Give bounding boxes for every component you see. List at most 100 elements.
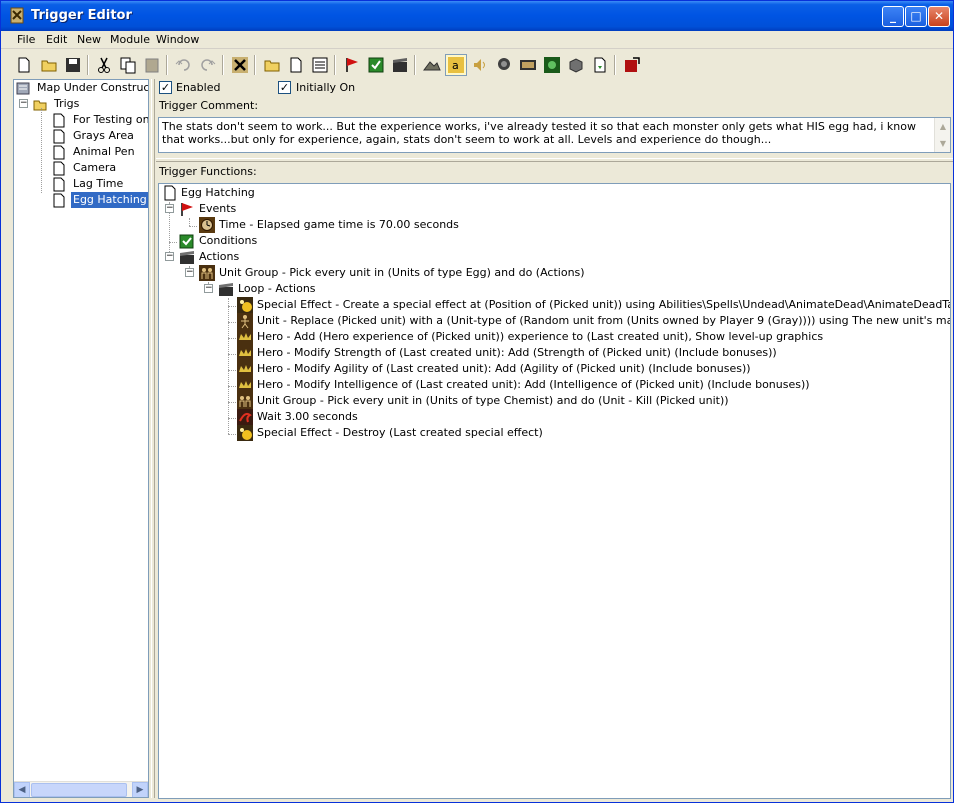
trigger-functions-tree[interactable]: Egg Hatching − Events Time - Elapsed gam… [158,183,951,799]
loop-action-label: Special Effect - Create a special effect… [257,298,951,311]
scroll-thumb[interactable] [31,783,127,797]
trigger-name-label: Egg Hatching [181,186,255,199]
tree-trigger-label: Lag Time [73,177,124,190]
actions-collapse[interactable]: − [165,252,174,261]
hero-icon [237,377,253,393]
trigger-icon [164,185,176,201]
loop-action-label: Hero - Add (Hero experience of (Picked u… [257,330,824,343]
trigger-detail-pane: ✓ Enabled ✓ Initially On Trigger Comment… [156,79,953,801]
hero-icon [237,361,253,377]
enabled-checkbox[interactable]: ✓ [159,81,172,94]
trigger-editor-icon[interactable]: a [445,54,467,76]
ai-editor-icon[interactable] [541,54,563,76]
special-effect-icon [237,297,253,313]
trigger-icon [53,193,65,208]
scroll-left-arrow-icon[interactable]: ◀ [14,782,30,797]
save-icon[interactable] [62,54,84,76]
copy-icon[interactable] [117,54,139,76]
menu-file[interactable]: File [17,33,35,46]
trigger-icon [53,113,65,128]
event-label: Time - Elapsed game time is 70.00 second… [219,218,459,231]
tree-trigger-label: For Testing only [73,113,149,126]
scroll-up-arrow-icon[interactable]: ▲ [935,118,950,135]
redo-icon[interactable] [197,54,219,76]
loop-actions-label: Loop - Actions [238,282,316,295]
loop-action-label: Hero - Modify Intelligence of (Last crea… [257,378,810,391]
comment-vertical-scrollbar[interactable]: ▲ ▼ [934,118,950,152]
conditions-label: Conditions [199,234,258,247]
menu-edit[interactable]: Edit [46,33,67,46]
unit-group-icon [237,393,253,409]
wait-icon [237,409,253,425]
loop-action-label: Unit - Replace (Picked unit) with a (Uni… [257,314,950,327]
initially-on-checkbox[interactable]: ✓ [278,81,291,94]
open-icon[interactable] [38,54,60,76]
paste-icon[interactable] [141,54,163,76]
events-label: Events [199,202,237,215]
new-comment-icon[interactable] [309,54,331,76]
object-manager-icon[interactable] [565,54,587,76]
cut-icon[interactable] [93,54,115,76]
loop-action-label: Unit Group - Pick every unit in (Units o… [257,394,729,407]
menu-module[interactable]: Module [110,33,150,46]
menu-bar: File Edit New Module Window [1,31,953,49]
trigger-icon [53,177,65,192]
unit-group-icon [199,265,215,281]
menu-window[interactable]: Window [156,33,199,46]
object-editor-icon[interactable] [493,54,515,76]
maximize-button[interactable]: □ [905,6,927,27]
new-category-icon[interactable] [261,54,283,76]
loop-action-label: Hero - Modify Agility of (Last created u… [257,362,751,375]
tree-root-label: Map Under Construction [37,81,149,94]
events-collapse[interactable]: − [165,204,174,213]
trigger-editor-window: Trigger Editor _ □ ✕ File Edit New Modul… [0,0,954,803]
tree-collapse-trigs[interactable]: − [19,99,28,108]
clapper-icon [180,251,194,264]
title-bar[interactable]: Trigger Editor _ □ ✕ [1,1,953,31]
clock-icon [199,217,215,233]
terrain-editor-icon[interactable] [421,54,443,76]
event-flag-icon [181,203,193,216]
new-event-icon[interactable] [341,54,363,76]
trigger-comment-field[interactable]: The stats don't seem to work... But the … [158,117,951,153]
tree-trigger-label: Camera [73,161,117,174]
unit-group-collapse[interactable]: − [185,268,194,277]
loop-action-label: Hero - Modify Strength of (Last created … [257,346,777,359]
new-action-icon[interactable] [389,54,411,76]
scroll-right-arrow-icon[interactable]: ▶ [132,782,148,797]
undo-icon[interactable] [172,54,194,76]
condition-icon [179,234,194,249]
svg-text:a: a [452,59,459,72]
tree-category-label: Trigs [54,97,80,110]
minimize-button[interactable]: _ [882,6,904,27]
tree-horizontal-scrollbar[interactable]: ◀ ▶ [14,781,148,797]
new-trigger-icon[interactable] [285,54,307,76]
import-manager-icon[interactable] [589,54,611,76]
menu-new[interactable]: New [77,33,101,46]
map-icon [16,82,30,95]
enabled-label: Enabled [176,81,221,94]
loop-action-label: Special Effect - Destroy (Last created s… [257,426,543,439]
loop-collapse[interactable]: − [204,284,213,293]
trigger-icon [53,145,65,160]
campaign-editor-icon[interactable] [517,54,539,76]
pane-splitter[interactable] [151,79,155,798]
trigger-list-tree[interactable]: Map Under Construction − Trigs For Testi… [13,79,149,798]
delete-icon[interactable] [229,54,251,76]
trigger-icon [53,161,65,176]
new-icon[interactable] [13,54,35,76]
new-condition-icon[interactable] [365,54,387,76]
comment-splitter[interactable] [156,158,953,162]
close-button[interactable]: ✕ [928,6,950,27]
trigger-comment-text: The stats don't seem to work... But the … [162,120,916,146]
trigger-functions-label: Trigger Functions: [159,165,257,178]
test-map-icon[interactable] [621,54,643,76]
clapper-icon [219,283,233,296]
scroll-down-arrow-icon[interactable]: ▼ [935,135,950,152]
window-title: Trigger Editor [31,8,132,23]
sound-editor-icon[interactable] [469,54,491,76]
hero-icon [237,329,253,345]
trigger-editor-app-icon [10,7,24,24]
hero-icon [237,345,253,361]
folder-icon [33,100,47,111]
